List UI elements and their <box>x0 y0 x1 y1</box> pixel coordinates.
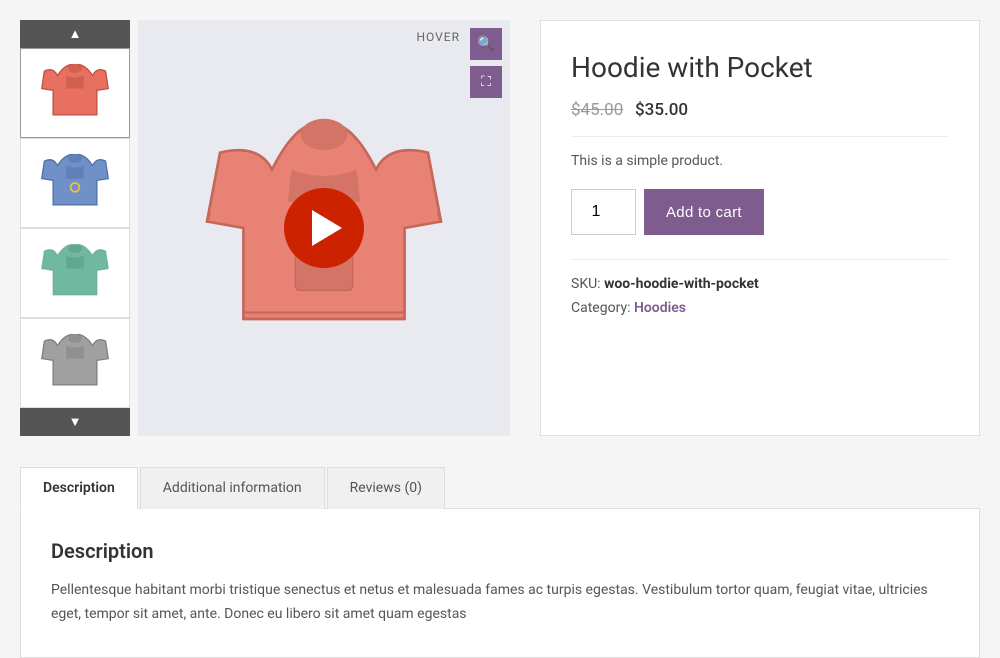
tabs-nav: Description Additional information Revie… <box>20 466 980 509</box>
sku-row: SKU: woo-hoodie-with-pocket <box>571 276 949 292</box>
thumbnail-2[interactable] <box>20 138 130 228</box>
new-price: $35.00 <box>635 100 688 120</box>
tab-content-text: Pellentesque habitant morbi tristique se… <box>51 579 949 627</box>
thumbnail-1[interactable] <box>20 48 130 138</box>
tab-content-title: Description <box>51 539 949 563</box>
add-to-cart-row: Add to cart <box>571 189 949 235</box>
divider-2 <box>571 259 949 260</box>
tab-content-panel: Description Pellentesque habitant morbi … <box>20 509 980 658</box>
play-button[interactable] <box>284 188 364 268</box>
divider-1 <box>571 136 949 137</box>
old-price: $45.00 <box>571 100 623 120</box>
product-info: Hoodie with Pocket $45.00 $35.00 This is… <box>540 20 980 436</box>
product-section: ▲ <box>20 20 980 436</box>
quantity-input[interactable] <box>571 189 636 235</box>
main-image-area: HOVER 🔍 ⛶ <box>138 20 510 436</box>
hoodie-gray-svg <box>40 328 110 398</box>
thumbnails: ▲ <box>20 20 130 436</box>
thumbnail-3[interactable] <box>20 228 130 318</box>
tabs-section: Description Additional information Revie… <box>20 466 980 658</box>
thumb-nav-down[interactable]: ▼ <box>20 408 130 436</box>
tab-description[interactable]: Description <box>20 467 138 509</box>
category-link[interactable]: Hoodies <box>634 300 686 316</box>
chevron-up-icon: ▲ <box>69 26 82 42</box>
product-description: This is a simple product. <box>571 153 949 169</box>
tab-additional-information[interactable]: Additional information <box>140 467 325 509</box>
sku-label: SKU: <box>571 276 601 292</box>
add-to-cart-button[interactable]: Add to cart <box>644 189 764 235</box>
sku-value: woo-hoodie-with-pocket <box>604 276 759 292</box>
play-icon <box>312 210 342 246</box>
hoodie-teal-svg <box>40 238 110 308</box>
category-label: Category: <box>571 300 630 316</box>
category-row: Category: Hoodies <box>571 300 949 316</box>
thumb-nav-up[interactable]: ▲ <box>20 20 130 48</box>
hoodie-blue-svg <box>40 148 110 218</box>
zoom-icon: 🔍 <box>477 36 494 52</box>
price-wrapper: $45.00 $35.00 <box>571 100 949 120</box>
expand-button[interactable]: ⛶ <box>470 66 502 98</box>
gallery-wrapper: ▲ <box>20 20 510 436</box>
zoom-button[interactable]: 🔍 <box>470 28 502 60</box>
thumbnail-4[interactable] <box>20 318 130 408</box>
chevron-down-icon: ▼ <box>69 414 82 430</box>
tab-reviews[interactable]: Reviews (0) <box>327 467 445 509</box>
hoodie-red-svg <box>40 58 110 128</box>
hover-label: HOVER <box>416 30 460 44</box>
expand-icon: ⛶ <box>481 74 491 90</box>
product-title: Hoodie with Pocket <box>571 51 949 84</box>
